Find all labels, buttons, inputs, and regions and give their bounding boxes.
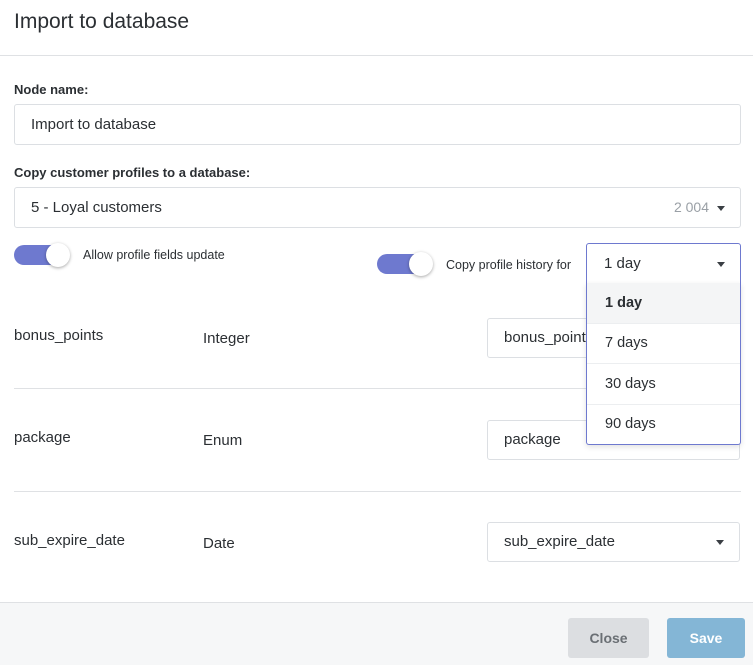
close-button[interactable]: Close (568, 618, 649, 658)
node-name-input[interactable]: Import to database (14, 104, 741, 145)
history-period-select[interactable]: 1 day (586, 243, 741, 284)
field-name-sub-expire-date: sub_expire_date (14, 532, 125, 549)
row-divider (14, 491, 741, 492)
history-period-dropdown: 1 day 7 days 30 days 90 days (586, 283, 741, 445)
copy-profiles-select[interactable]: 5 - Loyal customers 2 004 (14, 187, 741, 228)
dropdown-option-90-days[interactable]: 90 days (587, 404, 740, 444)
toggle-knob (409, 252, 433, 276)
chevron-down-icon (716, 540, 724, 545)
dropdown-option-7-days[interactable]: 7 days (587, 323, 740, 363)
copy-history-toggle[interactable] (377, 252, 434, 276)
dialog-footer: Close Save (0, 602, 753, 665)
allow-update-label: Allow profile fields update (83, 248, 225, 262)
field-type-sub-expire-date: Date (203, 535, 235, 552)
field-mapping-value: package (504, 431, 561, 448)
copy-profiles-selected: 5 - Loyal customers (31, 199, 162, 216)
dialog-header: Import to database (0, 0, 753, 56)
node-name-value: Import to database (31, 116, 157, 133)
field-name-package: package (14, 429, 71, 446)
chevron-down-icon (717, 206, 725, 211)
field-mapping-select-sub-expire-date[interactable]: sub_expire_date (487, 522, 740, 562)
dropdown-option-1-day[interactable]: 1 day (587, 283, 740, 323)
node-name-label: Node name: (14, 82, 89, 97)
field-mapping-value: sub_expire_date (504, 533, 615, 550)
dropdown-option-30-days[interactable]: 30 days (587, 364, 740, 404)
dialog-title: Import to database (14, 10, 190, 33)
field-type-bonus-points: Integer (203, 330, 250, 347)
toggle-knob (46, 243, 70, 267)
profile-count: 2 004 (673, 199, 709, 215)
field-type-package: Enum (203, 432, 243, 449)
allow-update-toggle[interactable] (14, 243, 71, 267)
field-mapping-value: bonus_points (504, 329, 594, 346)
save-button[interactable]: Save (667, 618, 745, 658)
copy-profiles-label: Copy customer profiles to a database: (14, 165, 251, 180)
field-name-bonus-points: bonus_points (14, 327, 104, 344)
history-period-selected: 1 day (604, 255, 641, 272)
copy-history-label: Copy profile history for (446, 258, 572, 272)
chevron-down-icon (717, 262, 725, 267)
